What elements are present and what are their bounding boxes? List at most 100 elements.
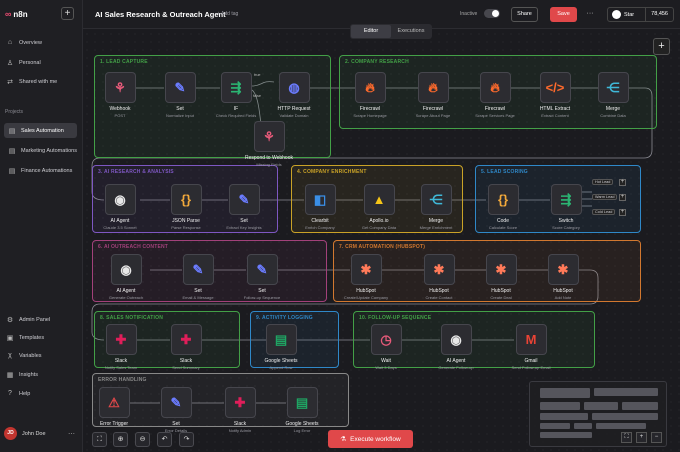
merge2-icon: ⋲ bbox=[429, 191, 443, 207]
execute-workflow-button[interactable]: ⚗ Execute workflow bbox=[328, 430, 413, 448]
tab-editor[interactable]: Editor bbox=[351, 25, 391, 38]
node-title: Gmail bbox=[524, 358, 538, 364]
workflow-title[interactable]: AI Sales Research & Outreach Agent bbox=[95, 10, 226, 19]
sidebar-item-label: Sales Automation bbox=[21, 127, 64, 134]
variable-icon: χ bbox=[8, 352, 12, 359]
github-icon bbox=[612, 10, 621, 19]
set4-icon: ✎ bbox=[256, 261, 268, 277]
node-icon: ✚ bbox=[105, 324, 137, 355]
node-icon: ▤ bbox=[265, 324, 297, 355]
node-subtitle: Append Row bbox=[269, 365, 293, 370]
zoom-out-button[interactable]: ⊖ bbox=[135, 432, 150, 447]
home-icon: ⌂ bbox=[7, 39, 13, 46]
more-options-button[interactable]: ··· bbox=[584, 7, 596, 22]
n8n-logo[interactable]: ∞ n8n bbox=[5, 9, 28, 19]
node-subtitle: Follow-up Sequence bbox=[243, 295, 281, 300]
errortrigger-icon: ⚠ bbox=[108, 394, 120, 410]
sidebar-item-overview[interactable]: ⌂ Overview bbox=[4, 35, 77, 50]
node-sheets-append[interactable]: ▤ Google Sheets Append Row bbox=[241, 324, 321, 370]
node-hubspot-company[interactable]: ✱ HubSpot Create/Update Company bbox=[326, 254, 406, 300]
node-title: HubSpot bbox=[356, 288, 376, 294]
node-title: Merge bbox=[605, 106, 621, 112]
node-icon: ◉ bbox=[440, 324, 472, 355]
minimap-zoom-in-icon[interactable]: + bbox=[636, 432, 647, 443]
node-icon: ✎ bbox=[228, 184, 260, 215]
github-star-button[interactable]: Star 78,456 bbox=[607, 7, 674, 22]
share-icon: ⇄ bbox=[7, 78, 13, 86]
sidebar-item-label: Finance Automations bbox=[21, 167, 73, 174]
merge1-icon: ⋲ bbox=[606, 79, 620, 95]
node-http-request[interactable]: ◍ HTTP Request Validate Domain bbox=[254, 72, 334, 118]
sidebar-item-sales-automation[interactable]: ▤ Sales Automation bbox=[4, 123, 77, 138]
switch-output-warm[interactable]: Warm Lead bbox=[592, 194, 618, 200]
switch-output-cold[interactable]: Cold Lead bbox=[592, 209, 616, 215]
help-icon: ? bbox=[8, 390, 12, 397]
node-icon: ◍ bbox=[278, 72, 310, 103]
fire2-icon: 🔥︎ bbox=[428, 79, 438, 95]
node-switch[interactable]: ⇶ Switch Score Category bbox=[526, 184, 606, 230]
zoom-in-button[interactable]: ⊕ bbox=[113, 432, 128, 447]
sidebar-item-admin-panel[interactable]: ⚙ Admin Panel bbox=[4, 312, 77, 327]
undo-button[interactable]: ↶ bbox=[157, 432, 172, 447]
add-connection-icon[interactable]: + bbox=[619, 194, 626, 201]
fit-view-button[interactable]: ⛶ bbox=[92, 432, 107, 447]
user-options-icon[interactable]: ⋯ bbox=[68, 430, 75, 438]
node-subtitle: Missing Fields bbox=[256, 162, 282, 167]
node-ai-agent-followup[interactable]: ◉ AI Agent Generate Follow-up bbox=[416, 324, 496, 370]
expand-icon[interactable]: ⛶ bbox=[621, 432, 632, 443]
sidebar-item-marketing-automations[interactable]: ▤ Marketing Automations bbox=[4, 143, 77, 158]
add-connection-icon[interactable]: + bbox=[619, 179, 626, 186]
logo-icon: ∞ bbox=[5, 9, 12, 19]
node-respond-webhook[interactable]: ⚘ Respond to Webhook Missing Fields bbox=[229, 121, 309, 167]
sidebar-item-help[interactable]: ? Help bbox=[4, 386, 77, 401]
add-connection-icon[interactable]: + bbox=[619, 209, 626, 216]
sheets2-icon: ▤ bbox=[295, 394, 309, 410]
group-label: 6. AI OUTREACH CONTENT bbox=[98, 244, 169, 250]
node-hubspot-note[interactable]: ✱ HubSpot Add Note bbox=[523, 254, 603, 300]
group-label: 3. AI RESEARCH & ANALYSIS bbox=[98, 169, 174, 175]
node-sheets-log[interactable]: ▤ Google Sheets Log Error bbox=[262, 387, 342, 433]
switch-output-hot[interactable]: Hot Lead bbox=[592, 179, 614, 185]
share-button[interactable]: Share bbox=[511, 7, 538, 22]
sidebar-item-label: Personal bbox=[19, 59, 41, 66]
group-label: 8. SALES NOTIFICATION bbox=[100, 315, 163, 321]
set3-icon: ✎ bbox=[192, 261, 204, 277]
sidebar-item-finance-automations[interactable]: ▤ Finance Automations bbox=[4, 163, 77, 178]
node-merge-combine[interactable]: ⋲ Merge Combine Data bbox=[573, 72, 653, 118]
hub4-icon: ✱ bbox=[557, 261, 569, 277]
group-label: ERROR HANDLING bbox=[98, 377, 147, 383]
flask-icon: ⚗ bbox=[340, 436, 347, 443]
wait-icon: ◷ bbox=[380, 331, 392, 347]
add-node-button[interactable]: + bbox=[653, 38, 670, 55]
node-ai-agent-outreach[interactable]: ◉ AI Agent Generate Outreach bbox=[86, 254, 166, 300]
user-menu[interactable]: JD John Doe bbox=[4, 427, 46, 440]
if1-icon: ⇶ bbox=[230, 79, 242, 95]
group-label: 1. LEAD CAPTURE bbox=[100, 59, 148, 65]
node-wait[interactable]: ◷ Wait Wait 3 Days bbox=[346, 324, 426, 370]
sidebar-item-insights[interactable]: ▦ Insights bbox=[4, 367, 77, 382]
create-button[interactable]: + bbox=[61, 7, 74, 20]
sheets1-icon: ▤ bbox=[274, 331, 288, 347]
node-set-followup[interactable]: ✎ Set Follow-up Sequence bbox=[222, 254, 302, 300]
tab-executions[interactable]: Executions bbox=[391, 25, 431, 38]
sidebar-item-variables[interactable]: χ Variables bbox=[4, 348, 77, 363]
slack3-icon: ✚ bbox=[234, 394, 246, 410]
sidebar-item-templates[interactable]: ▣ Templates bbox=[4, 330, 77, 345]
node-subtitle: Generate Follow-up bbox=[438, 365, 474, 370]
minimap[interactable]: ⛶ + − bbox=[529, 381, 667, 447]
node-icon: ✎ bbox=[246, 254, 278, 285]
node-icon: ✚ bbox=[170, 324, 202, 355]
redo-button[interactable]: ↷ bbox=[179, 432, 194, 447]
node-slack-summary[interactable]: ✚ Slack Send Summary bbox=[146, 324, 226, 370]
minimap-zoom-out-icon[interactable]: − bbox=[651, 432, 662, 443]
add-tag-link[interactable]: + Add tag bbox=[217, 11, 238, 17]
node-set-insights[interactable]: ✎ Set Extract Key Insights bbox=[204, 184, 284, 230]
sidebar-item-shared[interactable]: ⇄ Shared with me bbox=[4, 74, 77, 89]
active-toggle[interactable] bbox=[484, 9, 500, 18]
sidebar-item-personal[interactable]: ♙ Personal bbox=[4, 55, 77, 70]
node-subtitle: Wait 3 Days bbox=[375, 365, 397, 370]
node-gmail[interactable]: M Gmail Send Follow-up Email bbox=[491, 324, 571, 370]
save-button[interactable]: Save bbox=[550, 7, 577, 22]
node-icon: ✎ bbox=[182, 254, 214, 285]
node-icon: ⚘ bbox=[253, 121, 285, 152]
